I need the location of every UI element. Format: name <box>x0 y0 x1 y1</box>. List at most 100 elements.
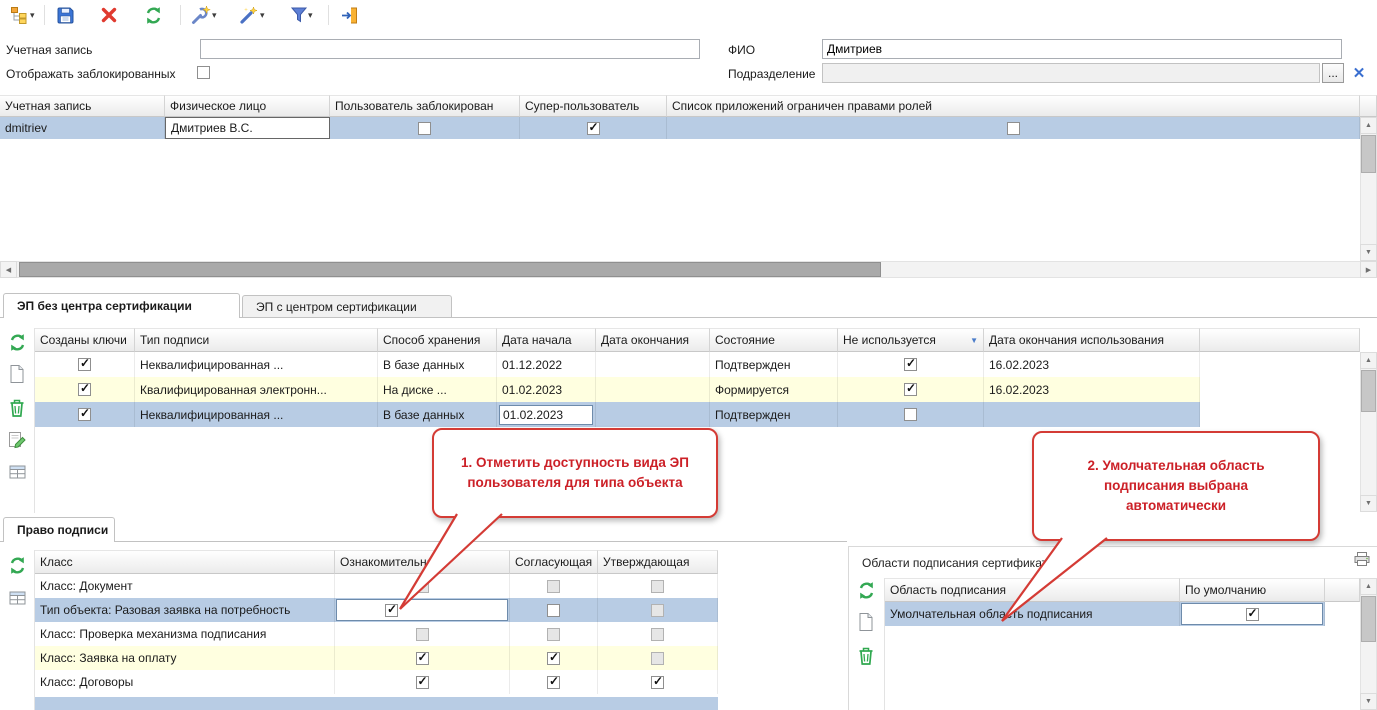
areas-refresh-button[interactable] <box>854 578 878 602</box>
rights-table-row-partial[interactable] <box>35 697 718 710</box>
sig-edit-button[interactable] <box>5 428 29 452</box>
sig-table-row[interactable]: Неквалифицированная ... В базе данных 01… <box>35 352 1200 377</box>
not-used-checkbox[interactable] <box>904 408 917 421</box>
not-used-checkbox[interactable] <box>904 358 917 371</box>
rights-table-row[interactable]: Класс: Заявка на оплату <box>35 646 718 670</box>
agree-checkbox[interactable] <box>547 676 560 689</box>
apps-limited-checkbox[interactable] <box>1007 122 1020 135</box>
tools-dropdown-icon[interactable]: ▾ <box>212 4 217 26</box>
delete-button[interactable] <box>98 4 120 26</box>
fio-filter-input[interactable] <box>822 39 1342 59</box>
filter-button[interactable] <box>288 4 310 26</box>
col-header-superuser[interactable]: Супер-пользователь <box>520 95 667 117</box>
filter-dropdown-icon[interactable]: ▾ <box>308 4 313 26</box>
review-checkbox[interactable] <box>416 628 429 641</box>
agree-checkbox[interactable] <box>547 628 560 641</box>
col-header-date-end[interactable]: Дата окончания <box>596 328 710 352</box>
scroll-left-button[interactable]: ◀ <box>0 261 17 278</box>
tab-signing-rights[interactable]: Право подписи <box>3 517 115 542</box>
tab-ep-with-ca[interactable]: ЭП с центром сертификации <box>242 295 452 317</box>
default-checkbox[interactable] <box>1246 608 1259 621</box>
sig-refresh-button[interactable] <box>5 330 29 354</box>
rights-table-row[interactable]: Класс: Документ <box>35 574 718 598</box>
column-filter-dropdown-icon[interactable]: ▼ <box>970 336 978 345</box>
wand-button[interactable] <box>238 4 260 26</box>
approve-checkbox[interactable] <box>651 628 664 641</box>
areas-new-button[interactable] <box>854 610 878 634</box>
agree-checkbox[interactable] <box>547 652 560 665</box>
show-blocked-checkbox[interactable] <box>197 66 210 79</box>
rights-table-row[interactable]: Класс: Договоры <box>35 670 718 694</box>
tools-button[interactable] <box>190 4 212 26</box>
sig-table-row[interactable]: Неквалифицированная ... В базе данных 01… <box>35 402 1200 427</box>
account-filter-input[interactable] <box>200 39 700 59</box>
department-browse-button[interactable]: ... <box>1322 63 1344 83</box>
col-header-blocked[interactable]: Пользователь заблокирован <box>330 95 520 117</box>
col-header-apps-limited[interactable]: Список приложений ограничен правами роле… <box>667 95 1360 117</box>
sig-grid-button[interactable] <box>5 460 29 484</box>
col-header-storage[interactable]: Способ хранения <box>378 328 497 352</box>
col-header-date-start[interactable]: Дата начала <box>497 328 596 352</box>
refresh-button[interactable] <box>142 4 164 26</box>
blocked-checkbox[interactable] <box>418 122 431 135</box>
scroll-down-button[interactable]: ▼ <box>1360 693 1377 710</box>
print-button[interactable] <box>1353 551 1373 569</box>
approve-checkbox[interactable] <box>651 580 664 593</box>
exit-button[interactable] <box>338 4 360 26</box>
scroll-thumb[interactable] <box>1361 135 1376 173</box>
col-header-keys[interactable]: Созданы ключи <box>35 328 135 352</box>
col-header-state[interactable]: Состояние <box>710 328 838 352</box>
scroll-down-button[interactable]: ▼ <box>1360 244 1377 261</box>
col-header-person[interactable]: Физическое лицо <box>165 95 330 117</box>
scroll-thumb[interactable] <box>1361 370 1376 412</box>
col-header-usage-end[interactable]: Дата окончания использования <box>984 328 1200 352</box>
person-cell-editor[interactable]: Дмитриев В.С. <box>165 117 330 139</box>
scroll-down-button[interactable]: ▼ <box>1360 495 1377 512</box>
review-checkbox[interactable] <box>416 652 429 665</box>
wand-dropdown-icon[interactable]: ▾ <box>260 4 265 26</box>
department-clear-button[interactable]: ✕ <box>1348 62 1370 84</box>
col-header-default[interactable]: По умолчанию <box>1180 578 1325 602</box>
keys-created-checkbox[interactable] <box>78 408 91 421</box>
keys-created-checkbox[interactable] <box>78 383 91 396</box>
approve-checkbox[interactable] <box>651 604 664 617</box>
sig-delete-button[interactable] <box>5 396 29 420</box>
col-header-class[interactable]: Класс <box>35 550 335 574</box>
review-checkbox[interactable] <box>416 676 429 689</box>
keys-created-checkbox[interactable] <box>78 358 91 371</box>
users-table-row[interactable]: dmitriev Дмитриев В.С. <box>0 117 1360 139</box>
approve-checkbox[interactable] <box>651 676 664 689</box>
rights-grid-button[interactable] <box>5 586 29 610</box>
checkbox-editor[interactable] <box>1181 603 1323 625</box>
tree-view-button[interactable] <box>8 4 30 26</box>
scroll-up-button[interactable]: ▲ <box>1360 117 1377 134</box>
tab-ep-without-ca[interactable]: ЭП без центра сертификации <box>3 293 240 318</box>
agree-checkbox[interactable] <box>547 604 560 617</box>
scroll-thumb[interactable] <box>1361 596 1376 642</box>
scroll-up-button[interactable]: ▲ <box>1360 578 1377 595</box>
agree-checkbox[interactable] <box>547 580 560 593</box>
areas-delete-button[interactable] <box>854 644 878 668</box>
not-used-checkbox[interactable] <box>904 383 917 396</box>
tree-view-dropdown-icon[interactable]: ▾ <box>30 4 35 26</box>
col-header-agree[interactable]: Согласующая <box>510 550 598 574</box>
approve-checkbox[interactable] <box>651 652 664 665</box>
col-header-approve[interactable]: Утверждающая <box>598 550 718 574</box>
department-filter-input[interactable] <box>822 63 1320 83</box>
scroll-right-button[interactable]: ▶ <box>1360 261 1377 278</box>
save-button[interactable] <box>54 4 76 26</box>
superuser-checkbox[interactable] <box>587 122 600 135</box>
sig-table-row[interactable]: Квалифицированная электронн... На диске … <box>35 377 1200 402</box>
col-header-not-used[interactable]: Не используется ▼ <box>838 328 984 352</box>
hscroll-thumb[interactable] <box>19 262 881 277</box>
rights-table-row[interactable]: Тип объекта: Разовая заявка на потребнос… <box>35 598 718 622</box>
callout-1-text: 1. Отметить доступность вида ЭП пользова… <box>454 453 696 494</box>
col-header-sig-type[interactable]: Тип подписи <box>135 328 378 352</box>
sig-new-button[interactable] <box>5 362 29 386</box>
trash-icon <box>8 398 26 418</box>
rights-refresh-button[interactable] <box>5 553 29 577</box>
date-editor[interactable]: 01.02.2023 <box>499 405 593 425</box>
col-header-account[interactable]: Учетная запись <box>0 95 165 117</box>
scroll-up-button[interactable]: ▲ <box>1360 352 1377 369</box>
rights-table-row[interactable]: Класс: Проверка механизма подписания <box>35 622 718 646</box>
